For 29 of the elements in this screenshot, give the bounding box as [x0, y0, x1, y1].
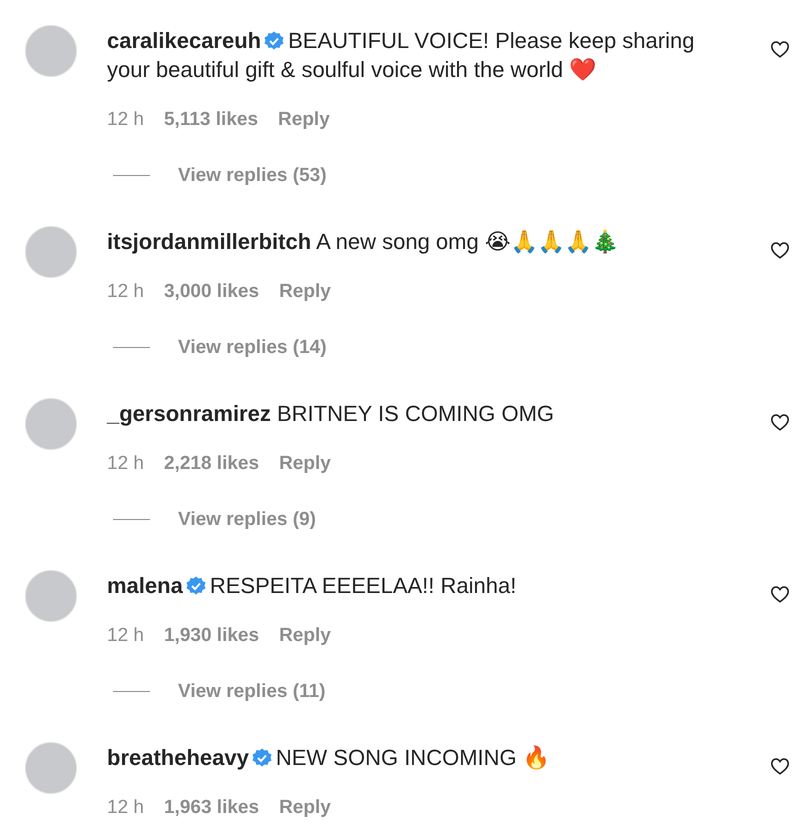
likes-count[interactable]: 1,930 likes [164, 621, 260, 650]
comment-text: _gersonramirez BRITNEY IS COMING OMG [107, 400, 556, 428]
comment-time: 12 h [107, 280, 144, 304]
comment-time: 12 h [107, 796, 144, 820]
comment-time: 12 h [107, 452, 144, 476]
heart-icon[interactable] [770, 585, 790, 603]
likes-count[interactable]: 1,963 likes [164, 793, 260, 822]
view-replies-link[interactable]: View replies (11) [178, 677, 326, 706]
reply-link[interactable]: Reply [279, 449, 331, 478]
reply-link[interactable]: Reply [278, 105, 330, 134]
heart-icon[interactable] [770, 40, 790, 58]
likes-count[interactable]: 5,113 likes [164, 105, 258, 134]
likes-count[interactable]: 2,218 likes [164, 449, 260, 478]
comment-time: 12 h [107, 624, 144, 648]
comment-text: malena RESPEITA EEEELAA!! Rainha! [107, 572, 518, 600]
comment-time: 12 h [107, 108, 144, 132]
reply-link[interactable]: Reply [279, 277, 331, 306]
view-replies-link[interactable]: View replies (9) [178, 505, 316, 534]
heart-icon[interactable] [770, 413, 790, 431]
heart-icon[interactable] [770, 241, 790, 259]
reply-link[interactable]: Reply [279, 793, 331, 822]
view-replies-link[interactable]: View replies (14) [178, 333, 327, 362]
likes-count[interactable]: 3,000 likes [164, 277, 260, 306]
reply-link[interactable]: Reply [279, 621, 331, 650]
heart-icon[interactable] [770, 757, 790, 775]
comment-text: itsjordanmillerbitch A new song omg 😭🙏🙏🙏🎄 [107, 228, 620, 256]
comment-text: breatheheavy NEW SONG INCOMING 🔥 [107, 744, 551, 772]
view-replies-link[interactable]: View replies (53) [178, 161, 327, 190]
comment-text: caralikecareuh BEAUTIFUL VOICE! Please keep sharing your beautiful gift & soulful voice with the world ❤ [107, 27, 696, 84]
